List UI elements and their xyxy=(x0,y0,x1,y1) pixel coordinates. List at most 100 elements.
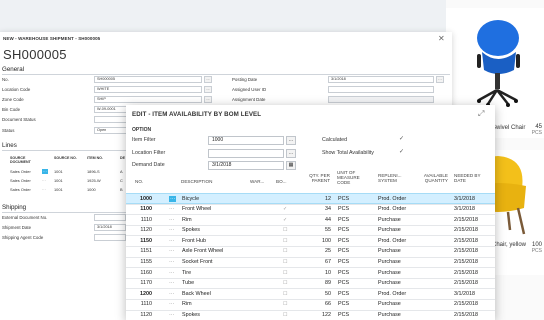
item-filter-input[interactable]: 1000 xyxy=(208,136,284,145)
table-row[interactable]: Sales Order ··· 1001 1000 B xyxy=(0,185,130,194)
expand-icon[interactable]: ⤢ xyxy=(478,109,484,119)
no-field[interactable]: SH000005 xyxy=(94,76,202,83)
lookup-button[interactable]: ... xyxy=(204,86,212,93)
table-row[interactable]: 1151 ··· Axle Front Wheel ☐ 25 PCS Purchase 2/1… xyxy=(126,246,495,257)
assignment-date-field xyxy=(328,96,434,103)
row-menu-icon[interactable]: ··· xyxy=(169,291,174,297)
table-row[interactable]: Sales Order ··· 1001 1896-S A xyxy=(0,167,130,176)
calculated-checkbox[interactable]: ✓ xyxy=(398,136,405,143)
item-filter-lookup-button[interactable]: ... xyxy=(286,136,296,145)
table-row[interactable]: 1200 ··· Back Wheel ☐ 50 PCS Prod. Order 3/1/20… xyxy=(126,288,495,299)
field-label: Bin Code xyxy=(2,107,21,112)
cell-qty: 50 xyxy=(325,290,331,297)
row-menu-icon[interactable]: ··· xyxy=(42,178,46,183)
col-no[interactable]: NO. xyxy=(135,179,143,184)
table-row[interactable]: 1110 ··· Rim ✓ 44 PCS Purchase 2/15/2018 xyxy=(126,214,495,225)
cell-description: Front Hub xyxy=(182,237,206,244)
lookup-button[interactable]: ... xyxy=(204,96,212,103)
row-menu-icon[interactable]: ··· xyxy=(169,206,174,212)
table-row[interactable]: 1120 ··· Spokes ☐ 122 PCS Purchase 2/15/2018 xyxy=(126,310,495,320)
table-row[interactable]: 1150 ··· Front Hub ☐ 100 PCS Prod. Order 2/15/2… xyxy=(126,235,495,246)
cell-description: Front Wheel xyxy=(182,205,212,212)
divider xyxy=(2,212,127,213)
col-description[interactable]: DESCRIPTION xyxy=(181,179,212,184)
zone-code-field[interactable]: SHIP xyxy=(94,96,202,103)
row-menu-icon[interactable]: ··· xyxy=(42,187,46,192)
table-row[interactable]: 1155 ··· Socket Front ☐ 67 PCS Purchase 2/15/20… xyxy=(126,257,495,268)
row-menu-icon[interactable]: ··· xyxy=(169,217,174,223)
table-row[interactable]: 1160 ··· Tire ☐ 10 PCS Purchase 2/15/2018 xyxy=(126,267,495,278)
cell: Sales Order xyxy=(10,187,31,192)
col-replenishment-system[interactable]: REPLENI... SYSTEM xyxy=(378,173,412,183)
cell-qty: 10 xyxy=(325,269,331,276)
close-icon[interactable]: ✕ xyxy=(438,34,445,43)
section-shipping[interactable]: Shipping xyxy=(2,204,26,211)
row-menu-icon[interactable]: ··· xyxy=(169,259,174,265)
col-needed-by-date[interactable]: NEEDED BY DATE xyxy=(454,173,488,183)
calendar-icon[interactable]: ▦ xyxy=(286,161,296,170)
cell-description: Back Wheel xyxy=(182,290,211,297)
section-general[interactable]: General xyxy=(2,66,24,73)
table-row[interactable]: 1170 ··· Tube ☐ 89 PCS Purchase 2/15/2018 xyxy=(126,278,495,289)
shipment-date-field[interactable]: 3/1/2018 xyxy=(94,224,126,231)
location-filter-lookup-button[interactable]: ... xyxy=(286,149,296,158)
table-row[interactable]: 1100 ··· Front Wheel ✓ 34 PCS Prod. Order 3/1/2… xyxy=(126,204,495,215)
cell-description: Bicycle xyxy=(182,196,200,203)
cell-uom: PCS xyxy=(338,301,350,308)
table-row[interactable]: 1120 ··· Spokes ☐ 55 PCS Purchase 2/15/2018 xyxy=(126,225,495,236)
location-code-field[interactable]: WHITE xyxy=(94,86,202,93)
assigned-user-field[interactable] xyxy=(328,86,434,93)
col-warning[interactable]: WAR... xyxy=(250,179,264,184)
show-total-label: Show Total Availability xyxy=(322,150,374,156)
cell-bo: ✓ xyxy=(283,216,288,223)
demand-date-input[interactable]: 3/1/2018 xyxy=(208,161,284,170)
cell-needed: 2/15/2018 xyxy=(454,301,478,308)
col-de: DE xyxy=(120,156,125,160)
col-unit-of-measure[interactable]: UNIT OF MEASURE CODE xyxy=(337,170,369,186)
cell-system: Purchase xyxy=(378,311,401,318)
col-qty-per-parent[interactable]: QTY. PER PARENT xyxy=(296,173,330,183)
cell-needed: 2/15/2018 xyxy=(454,237,478,244)
show-total-checkbox[interactable]: ✓ xyxy=(398,149,405,156)
field-label: Assignment Date xyxy=(232,97,266,102)
table-row[interactable]: 1110 ··· Rim ☐ 66 PCS Purchase 2/15/2018 xyxy=(126,299,495,310)
cell-needed: 2/15/2018 xyxy=(454,248,478,255)
row-menu-icon[interactable]: ··· xyxy=(169,270,174,276)
table-row[interactable]: 1000 ··· Bicycle 12 PCS Prod. Order 3/1/2018 xyxy=(126,193,495,204)
document-number: SH000005 xyxy=(3,47,67,62)
calendar-button[interactable]: … xyxy=(436,76,444,83)
row-menu-icon[interactable]: ··· xyxy=(169,301,174,307)
row-menu-icon[interactable]: ··· xyxy=(169,227,174,233)
row-menu-icon[interactable]: ··· xyxy=(169,312,174,318)
product-price: 45 PCS xyxy=(531,124,542,136)
table-row[interactable]: Sales Order ··· 1001 1925-W C xyxy=(0,176,130,185)
external-document-field[interactable] xyxy=(94,214,126,221)
section-lines[interactable]: Lines xyxy=(2,142,17,149)
col-source-no: SOURCE NO. xyxy=(54,156,77,160)
col-available-quantity[interactable]: AVAILABLE QUANTITY xyxy=(414,173,448,183)
cell-description: Spokes xyxy=(182,311,200,318)
row-menu-icon[interactable]: ··· xyxy=(42,169,48,174)
row-menu-icon[interactable]: ··· xyxy=(169,195,177,202)
cell-qty: 67 xyxy=(325,258,331,265)
shipping-agent-field[interactable] xyxy=(94,234,126,241)
field-label: Assigned User ID xyxy=(232,87,267,92)
cell-no: 1000 xyxy=(140,196,152,203)
cell-system: Purchase xyxy=(378,216,401,223)
lookup-button[interactable]: ... xyxy=(204,76,212,83)
cell-qty: 25 xyxy=(325,248,331,255)
row-menu-icon[interactable]: ··· xyxy=(169,248,174,254)
row-menu-icon[interactable]: ··· xyxy=(169,280,174,286)
cell-qty: 89 xyxy=(325,280,331,287)
row-menu-icon[interactable]: ··· xyxy=(169,238,174,244)
cell-no: 1100 xyxy=(140,205,152,212)
cell-bo: ☐ xyxy=(283,227,288,234)
product-name: Chair, yellow xyxy=(492,242,527,248)
posting-date-field[interactable]: 3/1/2018 xyxy=(328,76,434,83)
col-bom[interactable]: BO... xyxy=(276,179,286,184)
col-item-no: ITEM NO. xyxy=(87,156,103,160)
location-filter-input[interactable] xyxy=(208,149,284,158)
cell-needed: 2/15/2018 xyxy=(454,258,478,265)
cell-no: 1110 xyxy=(140,301,152,308)
cell-uom: PCS xyxy=(338,237,350,244)
